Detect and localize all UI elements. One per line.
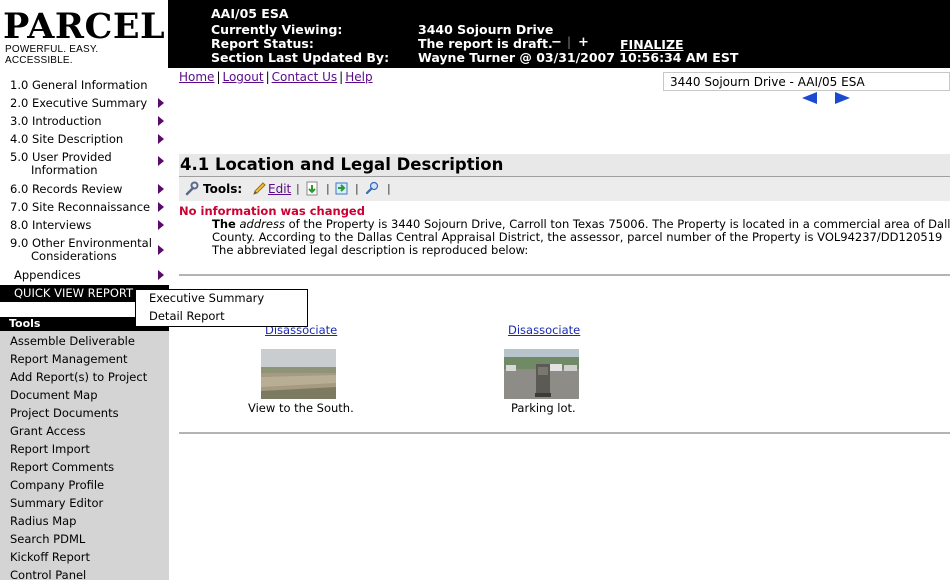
quick-view-detail-report[interactable]: Detail Report (149, 309, 225, 323)
nav-item-label-line2: Information (31, 163, 98, 177)
top-links: Home | Logout | Contact Us | Help (179, 70, 373, 84)
tools-title: Tools (9, 317, 41, 330)
nav-item-label: 4.0 Site Description (10, 132, 124, 146)
toolbar-separator: | (355, 182, 359, 195)
section-toolbar: Tools: Edit | | | | (179, 176, 950, 201)
nav-item-label: 9.0 Other Environmental (10, 236, 152, 250)
tool-report-management[interactable]: Report Management (10, 352, 128, 366)
nav-user-provided-information[interactable]: 5.0 User Provided Information (10, 150, 164, 177)
expand-arrow-icon[interactable] (158, 202, 164, 212)
toolbar-separator: | (326, 182, 330, 195)
tool-radius-map[interactable]: Radius Map (10, 514, 76, 528)
nav-other-environmental-considerations[interactable]: 9.0 Other Environmental Considerations (10, 236, 164, 263)
expand-button[interactable]: + (578, 35, 589, 50)
tools-panel: Assemble Deliverable Report Management A… (0, 331, 169, 582)
nav-item-label: 3.0 Introduction (10, 114, 102, 128)
user-search-icon[interactable] (365, 181, 380, 196)
expand-arrow-icon[interactable] (158, 98, 164, 108)
nav-item-label: 7.0 Site Reconnaissance (10, 200, 151, 214)
wrench-icon (185, 181, 199, 196)
photo-caption: Parking lot. (511, 401, 576, 415)
header-separator: | (567, 35, 572, 49)
expand-arrow-icon[interactable] (158, 156, 164, 166)
tool-project-documents[interactable]: Project Documents (10, 406, 119, 420)
toolbar-separator: | (387, 182, 391, 195)
tool-document-map[interactable]: Document Map (10, 388, 98, 402)
nav-item-label-line2: Considerations (31, 249, 117, 263)
expand-arrow-icon[interactable] (158, 270, 164, 280)
body-line-3: The abbreviated legal description is rep… (212, 243, 529, 257)
link-separator: | (265, 70, 270, 84)
quick-view-label: QUICK VIEW REPORT (14, 286, 134, 300)
logo-title: PARCEL (3, 6, 166, 47)
nav-item-label: 5.0 User Provided (10, 150, 112, 164)
updated-label: Section Last Updated By: (211, 50, 390, 65)
pencil-icon[interactable] (252, 181, 267, 196)
contact-us-link[interactable]: Contact Us (272, 70, 338, 84)
landscape-photo-image (261, 349, 336, 399)
home-link[interactable]: Home (179, 70, 214, 84)
download-icon[interactable] (305, 181, 320, 196)
export-icon[interactable] (334, 181, 349, 196)
tool-report-comments[interactable]: Report Comments (10, 460, 114, 474)
toolbar-separator: | (296, 182, 300, 195)
app-header: PARCEL POWERFUL. EASY. ACCESSIBLE. AAI/0… (0, 0, 950, 68)
logo-tagline: POWERFUL. EASY. ACCESSIBLE. (5, 44, 99, 66)
expand-arrow-icon[interactable] (158, 245, 164, 255)
edit-link[interactable]: Edit (268, 182, 291, 196)
photo-caption: View to the South. (248, 401, 354, 415)
nav-executive-summary[interactable]: 2.0 Executive Summary (10, 96, 164, 110)
body-lead: The (212, 217, 236, 231)
nav-general-information[interactable]: 1.0 General Information (10, 79, 162, 92)
tool-kickoff-report[interactable]: Kickoff Report (10, 550, 90, 564)
no-change-notice: No information was changed (179, 204, 365, 218)
parking-photo-image (504, 349, 579, 399)
nav-item-label: 2.0 Executive Summary (10, 96, 148, 110)
nav-item-label: 6.0 Records Review (10, 182, 123, 196)
report-select[interactable]: 3440 Sojourn Drive - AAI/05 ESA (663, 72, 950, 91)
tool-add-reports-to-project[interactable]: Add Report(s) to Project (10, 370, 147, 384)
nav-appendices[interactable]: Appendices (14, 268, 164, 282)
nav-records-review[interactable]: 6.0 Records Review (10, 182, 164, 196)
nav-introduction[interactable]: 3.0 Introduction (10, 114, 164, 128)
divider (179, 432, 950, 434)
disassociate-link[interactable]: Disassociate (508, 323, 580, 337)
toolbar-label: Tools: (203, 182, 243, 196)
nav-interviews[interactable]: 8.0 Interviews (10, 218, 164, 232)
section-title: 4.1 Location and Legal Description (179, 154, 950, 176)
tool-company-profile[interactable]: Company Profile (10, 478, 104, 492)
expand-arrow-icon[interactable] (158, 134, 164, 144)
tool-report-import[interactable]: Report Import (10, 442, 90, 456)
nav-item-label: Appendices (14, 268, 81, 282)
quick-view-dropdown: Executive Summary Detail Report (135, 289, 308, 327)
photo-view-south[interactable] (261, 349, 336, 399)
parcel-logo[interactable]: PARCEL POWERFUL. EASY. ACCESSIBLE. (0, 0, 169, 68)
tool-assemble-deliverable[interactable]: Assemble Deliverable (10, 334, 135, 348)
body-italic: address (239, 217, 285, 231)
updated-value: Wayne Turner @ 03/31/2007 10:56:34 AM ES… (418, 50, 739, 65)
expand-arrow-icon[interactable] (158, 220, 164, 230)
divider (179, 274, 950, 276)
next-arrow-icon[interactable] (835, 92, 850, 104)
help-link[interactable]: Help (345, 70, 372, 84)
collapse-button[interactable]: − (551, 35, 562, 50)
body-line-1-text: of the Property is 3440 Sojourn Drive, C… (288, 217, 950, 231)
nav-item-label: 8.0 Interviews (10, 218, 92, 232)
previous-arrow-icon[interactable] (802, 92, 817, 104)
project-name: AAI/05 ESA (211, 6, 289, 21)
logout-link[interactable]: Logout (222, 70, 263, 84)
tool-grant-access[interactable]: Grant Access (10, 424, 86, 438)
quick-view-executive-summary[interactable]: Executive Summary (149, 291, 264, 305)
nav-site-description[interactable]: 4.0 Site Description (10, 132, 164, 146)
tool-search-pdml[interactable]: Search PDML (10, 532, 85, 546)
nav-site-reconnaissance[interactable]: 7.0 Site Reconnaissance (10, 200, 164, 214)
expand-arrow-icon[interactable] (158, 116, 164, 126)
nav-item-label: 1.0 General Information (10, 78, 148, 92)
expand-arrow-icon[interactable] (158, 184, 164, 194)
tool-summary-editor[interactable]: Summary Editor (10, 496, 103, 510)
link-separator: | (339, 70, 344, 84)
photo-parking-lot[interactable] (504, 349, 579, 399)
